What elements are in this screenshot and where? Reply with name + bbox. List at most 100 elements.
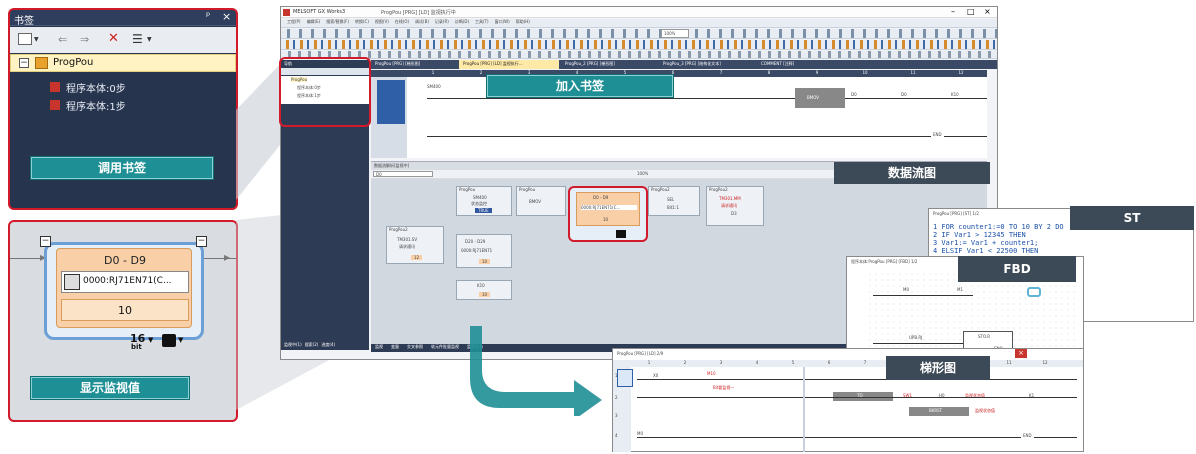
editor-tab[interactable]: ProgPou [PRG] [梯形图] bbox=[371, 60, 457, 69]
column-header: 1 bbox=[647, 360, 651, 365]
ladder-instruction-box[interactable]: BKRST bbox=[909, 407, 969, 416]
menu-item[interactable]: 窗口(W) bbox=[495, 19, 510, 27]
ladder-selected-cell[interactable] bbox=[617, 369, 633, 387]
editor-tab[interactable]: ProgPou_2 [PRG] [梯形图] bbox=[561, 60, 657, 69]
column-header: 8 bbox=[767, 70, 771, 75]
maximize-button[interactable]: □ bbox=[967, 7, 975, 16]
pin-icon[interactable]: ᵖ bbox=[206, 11, 210, 22]
chevron-down-icon[interactable]: ▼ bbox=[34, 36, 39, 43]
menu-item[interactable]: 在线(O) bbox=[395, 19, 409, 27]
ladder-bmov-box[interactable]: BMOV bbox=[795, 88, 845, 108]
st-code-line: 2 IF Var1 > 12345 THEN bbox=[933, 231, 1026, 239]
flow-block-line: SM400 bbox=[473, 195, 487, 200]
next-bookmark-icon[interactable]: ⇒ bbox=[80, 33, 89, 46]
menu-item[interactable]: 调试(B) bbox=[415, 19, 429, 27]
close-button[interactable]: × bbox=[1015, 349, 1027, 358]
column-header: 12 bbox=[958, 70, 964, 75]
bookmark-tree-item[interactable]: 程序本体:1步 bbox=[50, 98, 230, 113]
bookmark-tree-root[interactable]: − ProgPou bbox=[10, 54, 236, 72]
editor-tab[interactable]: ProgPou [PRG] [LD] 监视执行... bbox=[459, 60, 559, 69]
flow-block-line: 0000:RJ71EN71(C... bbox=[581, 205, 637, 210]
status-item[interactable]: 变量 bbox=[391, 344, 399, 352]
fbd-wire bbox=[873, 343, 963, 344]
prev-bookmark-icon[interactable]: ⇐ bbox=[58, 33, 67, 46]
display-format-icon[interactable] bbox=[162, 334, 176, 347]
delete-bookmark-icon[interactable]: ✕ bbox=[108, 31, 119, 46]
flow-block-line: 状态监控 bbox=[471, 201, 487, 206]
flow-block[interactable]: ProgPou2 TM301.MM 请求通讯 D3 bbox=[706, 186, 764, 226]
fbd-output-marker bbox=[1027, 287, 1041, 297]
status-item[interactable]: 软元件批量监视 bbox=[431, 344, 459, 352]
flow-block[interactable]: ProgPou2 SEL Bit1:1 bbox=[648, 186, 700, 216]
collapse-icon[interactable]: − bbox=[19, 58, 29, 68]
column-header: 4 bbox=[755, 360, 759, 365]
flow-title: 数据流解析[监视中] bbox=[374, 163, 410, 168]
ladder-operand: D0 bbox=[901, 92, 907, 97]
monitor-panel-frame: ▸ ▸ − − D0 - D9 0000:RJ71EN71(C... 10 16… bbox=[8, 220, 238, 422]
editor-tab[interactable]: COMMENT [注释] bbox=[757, 60, 843, 69]
ladder-editor: 1 2 3 4 5 6 7 8 9 10 11 12 SM400 BMOV D0… bbox=[371, 70, 987, 158]
flow-zoom[interactable]: 100% bbox=[637, 171, 648, 176]
flow-block-line: BMOV bbox=[529, 199, 542, 204]
flow-selector[interactable]: D0 bbox=[373, 171, 433, 177]
fbd-label: M0 bbox=[903, 287, 909, 292]
data-flow-label: 数据流图 bbox=[834, 162, 990, 184]
column-header: 3 bbox=[719, 360, 723, 365]
status-tab[interactable]: 搜索(2) bbox=[305, 342, 319, 350]
close-icon[interactable]: × bbox=[222, 10, 231, 23]
minimize-button[interactable]: – bbox=[951, 7, 955, 16]
status-item[interactable]: 交叉参照 bbox=[407, 344, 423, 352]
flow-block[interactable]: D0 - D9 0000:RJ71EN71(C... 10 bbox=[576, 192, 640, 226]
toolbar-row-1 bbox=[281, 29, 997, 39]
monitor-block[interactable]: D0 - D9 0000:RJ71EN71(C... 10 bbox=[56, 248, 192, 328]
st-window-title: ProgPou [PRG] [ST] 1/2 bbox=[933, 211, 979, 216]
collapse-icon[interactable]: − bbox=[40, 236, 51, 247]
flow-block[interactable]: ProgPou SM400 状态监控 TRUE bbox=[456, 186, 512, 216]
menu-item[interactable]: 记录(R) bbox=[435, 19, 449, 27]
show-monitor-value-label: 显示监视值 bbox=[30, 376, 190, 400]
flow-block[interactable]: ProgPou2 TM301.SV 请求通讯 12 bbox=[386, 226, 444, 264]
zoom-value: 100% bbox=[664, 31, 676, 36]
menu-item[interactable]: 工具(T) bbox=[475, 19, 489, 27]
menu-item[interactable]: 转换(C) bbox=[355, 19, 369, 27]
ladder-operand: K10 bbox=[951, 92, 959, 97]
chevron-down-icon[interactable]: ▼ bbox=[148, 336, 153, 344]
status-item[interactable]: 监视 bbox=[375, 344, 383, 352]
flow-block-name: ProgPou2 bbox=[651, 187, 670, 192]
row-number: 1 bbox=[615, 373, 618, 378]
monitor-block-frame: D0 - D9 0000:RJ71EN71(C... 10 bbox=[568, 186, 648, 242]
menu-item[interactable]: 搜索/替换(F) bbox=[326, 19, 349, 27]
list-menu-icon[interactable]: ☰ bbox=[132, 32, 143, 46]
flow-block-line: 10 bbox=[603, 217, 609, 222]
ladder-cell: Bit要监视一 bbox=[713, 385, 735, 390]
menu-item[interactable]: 帮助(H) bbox=[516, 19, 530, 27]
menu-item[interactable]: 工程(P) bbox=[287, 19, 301, 27]
status-tab[interactable]: 监视中(1) bbox=[284, 342, 302, 350]
format-selector[interactable]: 16 bit ▼ ▼ bbox=[130, 332, 200, 352]
menu-item[interactable]: 诊断(D) bbox=[455, 19, 469, 27]
flow-block-line: 请求通讯 bbox=[721, 203, 737, 208]
chevron-down-icon[interactable]: ▼ bbox=[147, 36, 152, 43]
display-format-icon[interactable] bbox=[616, 230, 626, 238]
row-number: 2 bbox=[615, 395, 618, 400]
ladder-contact[interactable]: SM400 bbox=[427, 84, 441, 89]
flow-block[interactable]: K10 10 bbox=[456, 280, 512, 300]
collapse-icon[interactable]: − bbox=[196, 236, 207, 247]
flow-block[interactable]: D20 - D29 0000:RJ71EN71 10 bbox=[456, 234, 512, 268]
zoom-select[interactable]: 100% bbox=[661, 29, 689, 38]
flow-block-line: SEL bbox=[667, 197, 675, 202]
chevron-down-icon[interactable]: ▼ bbox=[178, 336, 183, 344]
menu-item[interactable]: 视图(V) bbox=[375, 19, 389, 27]
status-tab[interactable]: 进度(4) bbox=[321, 342, 335, 350]
bookmark-tree-item[interactable]: 程序本体:0步 bbox=[50, 80, 230, 95]
row-number: 3 bbox=[615, 413, 618, 418]
flow-block[interactable]: ProgPou BMOV bbox=[516, 186, 566, 216]
menu-item[interactable]: 编辑(E) bbox=[307, 19, 321, 27]
fbd-label: UPB.RJ bbox=[909, 335, 923, 340]
monitor-module-field: 0000:RJ71EN71(C... bbox=[61, 271, 189, 293]
ladder-highlight bbox=[377, 80, 405, 124]
editor-tab[interactable]: ProgPou_3 [PRG] [结构化文本] bbox=[659, 60, 755, 69]
close-button[interactable]: × bbox=[984, 7, 991, 16]
bookmark-add-icon[interactable] bbox=[18, 33, 32, 45]
toolbar-row-3 bbox=[281, 51, 997, 59]
